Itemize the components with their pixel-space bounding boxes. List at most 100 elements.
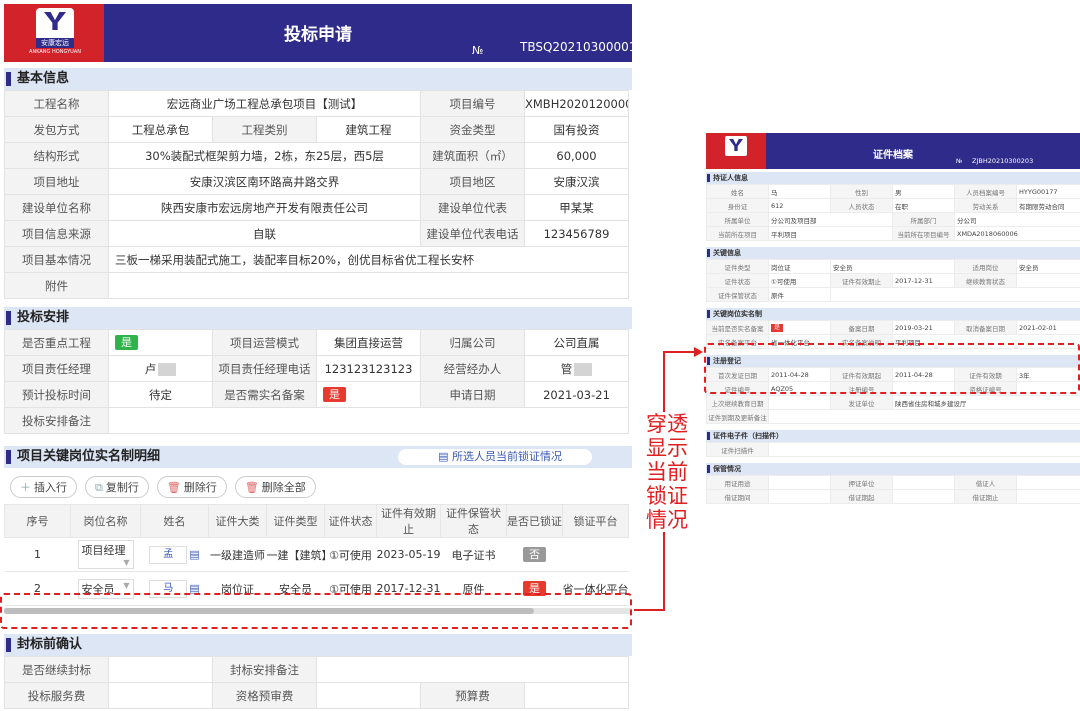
key-project-badge: 是 [108,329,213,356]
trash-icon: 🗑 [166,481,181,494]
attachment-field[interactable] [108,272,629,299]
realname-badge: 是 [316,381,421,408]
post-select[interactable]: 项目经理 ▼ [77,540,134,569]
info-source: 自联 [108,220,421,247]
structure: 30%装配式框架剪力墙，2栋，东25层，西5层 [108,142,421,169]
insert-row-button[interactable]: ＋插入行 [10,476,77,498]
operation-mode: 集团直接运营 [316,329,421,356]
builder-rep: 甲某某 [524,194,629,221]
label: 结构形式 [4,142,109,169]
highlight-realname-box [704,343,1080,394]
building-area: 60,000 [524,142,629,169]
copy-icon: ⧉ [95,481,103,494]
project-type: 建筑工程 [316,116,421,143]
label: 是否需实名备案 [212,381,317,408]
table-icon: ▤ [438,450,452,463]
project-region: 安康汉滨 [524,168,629,195]
label: 建筑面积（㎡） [420,142,525,169]
builder-name: 陕西安康市宏远房地产开发有限责任公司 [108,194,421,221]
seal-remark-field[interactable] [315,656,630,683]
trash-all-icon: 🗑 [244,481,259,494]
section-ecert: 证件电子件（扫描件） [706,430,1080,442]
label: 资格预审费 [212,682,317,709]
delete-all-button[interactable]: 🗑 删除全部 [234,476,316,498]
label: 项目责任经理 [4,355,109,382]
arrow-icon [694,347,703,357]
label: 项目信息来源 [4,220,109,247]
copy-row-button[interactable]: ⧉ 复制行 [85,476,149,498]
label: 项目地区 [420,168,525,195]
plus-icon: ＋ [20,481,31,494]
bid-remark-field[interactable] [108,407,629,434]
label: 工程名称 [4,90,109,117]
label: 建设单位代表 [420,194,525,221]
label: 封标安排备注 [212,656,317,683]
label: 项目编号 [420,90,525,117]
project-manager: 卢 [108,355,213,382]
bid-arrangement-table: 是否重点工程 是 项目运营模式 集团直接运营 归属公司 公司直属 项目责任经理 … [4,329,629,434]
estimated-bid-time: 待定 [108,381,213,408]
delete-row-button[interactable]: 🗑 删除行 [156,476,227,498]
highlight-row-box [0,593,632,629]
section-custody: 保管情况 [706,463,1080,475]
label: 申请日期 [420,381,525,408]
label: 资金类型 [420,116,525,143]
label: 项目地址 [4,168,109,195]
label: 建设单位代表电话 [420,220,525,247]
posts-toolbar: ＋插入行 ⧉ 复制行 🗑 删除行 🗑 删除全部 [4,468,632,504]
project-code: XMBH20201200005 [524,90,629,117]
cert-header: 证件档案 № ZJBH20210300203 [706,133,1080,169]
rep-phone: 123456789 [524,220,629,247]
label: 项目基本情况 [4,246,109,273]
holder-table: 姓名马性别男人员档案编号 HYYG00177 身份证 612 人员状态 在职 劳动关系 有期… [706,184,1080,241]
fund-type: 国有投资 [524,116,629,143]
business-handler: 管 [524,355,629,382]
section-key-posts: 项目关键岗位实名制明细 ▤ 所选人员当前锁证情况 [4,446,632,468]
label: 投标服务费 [4,682,109,709]
key-posts-table: 序号 岗位名称 姓名 证件大类 证件类型 证件状态 证件有效期止 证件保管状态 是否已锁证 锁证平… [4,504,629,606]
project-name: 宏远商业广场工程总承包项目【测试】 [108,90,421,117]
number-label: № [472,44,484,57]
application-number: TBSQ20210300001 [520,40,632,54]
cert-number: ZJBH20210300203 [972,157,1034,165]
apply-date: 2021-03-21 [524,381,629,408]
label: 附件 [4,272,109,299]
section-realname: 关键岗位实名制 [706,308,1080,320]
project-summary: 三板一梯采用装配式施工，装配率目标20%，创优目标省优工程长安杯 [108,246,629,273]
section-bid-arrangement: 投标安排 [4,307,632,329]
form-header: 安康宏远 ANKANG HONGYUAN 投标申请 № TBSQ20210300… [4,4,632,62]
document-icon[interactable]: ▤ [189,548,199,561]
table-row[interactable]: 1 项目经理▼ 孟▤ 一级建造师 一建【建筑】 ①可使用 2023-05-19 … [4,537,629,572]
label: 项目运营模式 [212,329,317,356]
project-address: 安康汉滨区南环路高井路交界 [108,168,421,195]
label: 归属公司 [420,329,525,356]
label: 经营经办人 [420,355,525,382]
contract-mode: 工程总承包 [108,116,213,143]
section-holder: 持证人信息 [706,172,1080,184]
label: 预算费 [420,682,525,709]
name-picker[interactable]: 孟 [149,545,188,564]
realname-badge: 是 [771,324,784,332]
manager-phone: 123123123123 [316,355,421,382]
label: 是否重点工程 [4,329,109,356]
label: 工程类别 [212,116,317,143]
lock-status-link[interactable]: ▤ 所选人员当前锁证情况 [398,449,592,465]
ecert-table: 证件扫描件 [706,442,1080,457]
locked-badge: 否 [523,547,546,562]
continue-seal-field[interactable] [108,656,213,683]
label: 是否继续封标 [4,656,109,683]
owning-company: 公司直属 [524,329,629,356]
section-basic-info: 基本信息 [4,68,632,90]
connector-line [663,351,695,353]
label: 投标安排备注 [4,407,109,434]
label: 项目责任经理电话 [212,355,317,382]
label: 建设单位名称 [4,194,109,221]
label: 预计投标时间 [4,381,109,408]
annotation-text: 穿透显示当前锁证情况 [644,412,690,532]
key-info-table: 证件类型 岗位证 安全员 适用岗位 安全员 证件状态 ①可使用 证件有效期止 2017-12-… [706,259,1080,302]
section-seal-confirm: 封标前确认 [4,634,632,656]
chevron-down-icon: ▼ [123,558,130,567]
connector-line [634,609,664,611]
custody-table: 用证用途 押证单位 借证人 借证期间 借证期起 借证期止 [706,475,1080,504]
chevron-down-icon: ▼ [123,580,130,590]
